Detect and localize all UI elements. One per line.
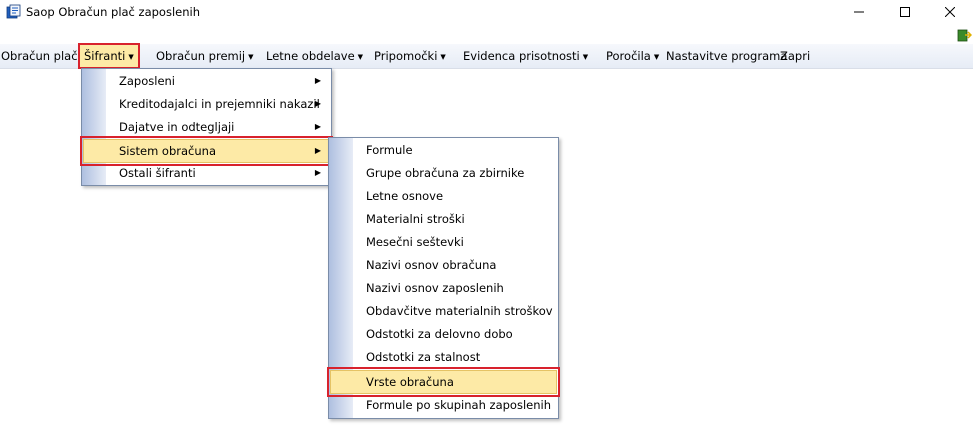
menu-obracun-plac[interactable]: Obračun plač xyxy=(1,46,78,66)
minimize-button[interactable] xyxy=(836,0,882,24)
menu-zapri[interactable]: Zapri xyxy=(780,46,810,66)
menu-item-label: Materialni stroški xyxy=(366,212,465,226)
menu-item-dajatve[interactable]: Dajatve in odtegljaji ▶ xyxy=(84,116,329,138)
dropdown-arrow-icon: ▼ xyxy=(128,53,134,61)
app-icon xyxy=(6,4,22,20)
sistem-obracuna-submenu: Formule Grupe obračuna za zbirnike Letne… xyxy=(327,137,560,419)
menu-item-nazivi-osnov-obracuna[interactable]: Nazivi osnov obračuna xyxy=(331,254,556,276)
dropdown-arrow-icon: ▼ xyxy=(357,53,364,61)
menu-item-odstotki-delovna-doba[interactable]: Odstotki za delovno dobo xyxy=(331,323,556,345)
menu-label: Obračun premij xyxy=(156,49,246,63)
menu-item-label: Mesečni seštevki xyxy=(366,235,464,249)
dropdown-arrow-icon: ▼ xyxy=(248,53,254,61)
exit-door-icon[interactable] xyxy=(956,28,973,45)
menu-sifranti[interactable]: Šifranti ▼ xyxy=(78,43,140,69)
menu-label: Obračun plač xyxy=(1,49,78,63)
menu-item-obdavcitve[interactable]: Obdavčitve materialnih stroškov xyxy=(331,300,556,322)
menu-item-label: Formule po skupinah zaposlenih xyxy=(366,398,551,412)
menu-label: Letne obdelave xyxy=(266,49,355,63)
menu-item-label: Obdavčitve materialnih stroškov xyxy=(366,304,553,318)
menu-obracun-premij[interactable]: Obračun premij ▼ xyxy=(156,46,254,66)
dropdown-arrow-icon: ▼ xyxy=(653,53,660,61)
sifranti-dropdown: Zaposleni ▶ Kreditodajalci in prejemniki… xyxy=(80,68,333,186)
maximize-icon xyxy=(900,7,910,17)
menu-item-label: Dajatve in odtegljaji xyxy=(119,120,235,134)
menu-label: Evidenca prisotnosti xyxy=(463,49,580,63)
menu-item-label: Ostali šifranti xyxy=(119,166,196,180)
menu-item-ostali-sifranti[interactable]: Ostali šifranti ▶ xyxy=(84,162,329,184)
submenu-arrow-icon: ▶ xyxy=(314,122,321,131)
menu-nastavitve-programa[interactable]: Nastavitve programa xyxy=(666,46,787,66)
menu-item-label: Nazivi osnov zaposlenih xyxy=(366,281,504,295)
submenu-arrow-icon: ▶ xyxy=(314,146,321,155)
menu-item-mesecni-sestevki[interactable]: Mesečni seštevki xyxy=(331,231,556,253)
menu-label: Šifranti xyxy=(84,49,126,63)
menu-label: Nastavitve programa xyxy=(666,49,788,63)
submenu-arrow-icon: ▶ xyxy=(314,99,321,108)
window-title: Saop Obračun plač zaposlenih xyxy=(26,5,200,19)
submenu-arrow-icon: ▶ xyxy=(314,76,321,85)
menu-item-formule-po-skupinah[interactable]: Formule po skupinah zaposlenih xyxy=(331,394,556,416)
menu-label: Zapri xyxy=(780,49,811,63)
menu-item-label: Formule xyxy=(366,143,413,157)
menu-porocila[interactable]: Poročila ▼ xyxy=(606,46,659,66)
minimize-icon xyxy=(854,11,864,13)
menu-item-label: Odstotki za delovno dobo xyxy=(366,327,513,341)
close-icon xyxy=(945,7,955,17)
menu-item-label: Kreditodajalci in prejemniki nakazil xyxy=(119,97,320,111)
submenu-arrow-icon: ▶ xyxy=(314,168,321,177)
dropdown-arrow-icon: ▼ xyxy=(440,53,446,61)
menu-item-label: Odstotki za stalnost xyxy=(366,350,481,364)
title-bar: Saop Obračun plač zaposlenih xyxy=(0,0,973,24)
menu-item-label: Zaposleni xyxy=(119,74,176,88)
menu-pripomocki[interactable]: Pripomočki ▼ xyxy=(374,46,446,66)
menu-item-label: Letne osnove xyxy=(366,189,444,203)
menu-item-vrste-obracuna[interactable]: Vrste obračuna xyxy=(327,367,560,397)
menu-item-label: Grupe obračuna za zbirnike xyxy=(366,166,525,180)
menu-item-label: Vrste obračuna xyxy=(366,375,454,389)
menu-item-zaposleni[interactable]: Zaposleni ▶ xyxy=(84,70,329,92)
menu-item-materialni-stroski[interactable]: Materialni stroški xyxy=(331,208,556,230)
menu-label: Pripomočki xyxy=(374,49,438,63)
menu-label: Poročila xyxy=(606,49,651,63)
menu-evidenca-prisotnosti[interactable]: Evidenca prisotnosti ▼ xyxy=(463,46,588,66)
menu-item-label: Sistem obračuna xyxy=(119,144,216,158)
menu-item-sistem-obracuna[interactable]: Sistem obračuna ▶ xyxy=(80,136,333,166)
menu-item-nazivi-osnov-zaposlenih[interactable]: Nazivi osnov zaposlenih xyxy=(331,277,556,299)
maximize-button[interactable] xyxy=(882,0,928,24)
menu-letne-obdelave[interactable]: Letne obdelave ▼ xyxy=(266,46,363,66)
menu-bar: Obračun plač Šifranti ▼ Obračun premij ▼ L… xyxy=(0,43,973,69)
menu-item-letne-osnove[interactable]: Letne osnove xyxy=(331,185,556,207)
menu-item-odstotki-stalnost[interactable]: Odstotki za stalnost xyxy=(331,346,556,368)
dropdown-arrow-icon: ▼ xyxy=(582,53,589,61)
close-button[interactable] xyxy=(927,0,973,24)
menu-item-kreditodajalci[interactable]: Kreditodajalci in prejemniki nakazil ▶ xyxy=(84,93,329,115)
menu-item-grupe-obracuna[interactable]: Grupe obračuna za zbirnike xyxy=(331,162,556,184)
menu-item-formule[interactable]: Formule xyxy=(331,139,556,161)
menu-item-label: Nazivi osnov obračuna xyxy=(366,258,497,272)
